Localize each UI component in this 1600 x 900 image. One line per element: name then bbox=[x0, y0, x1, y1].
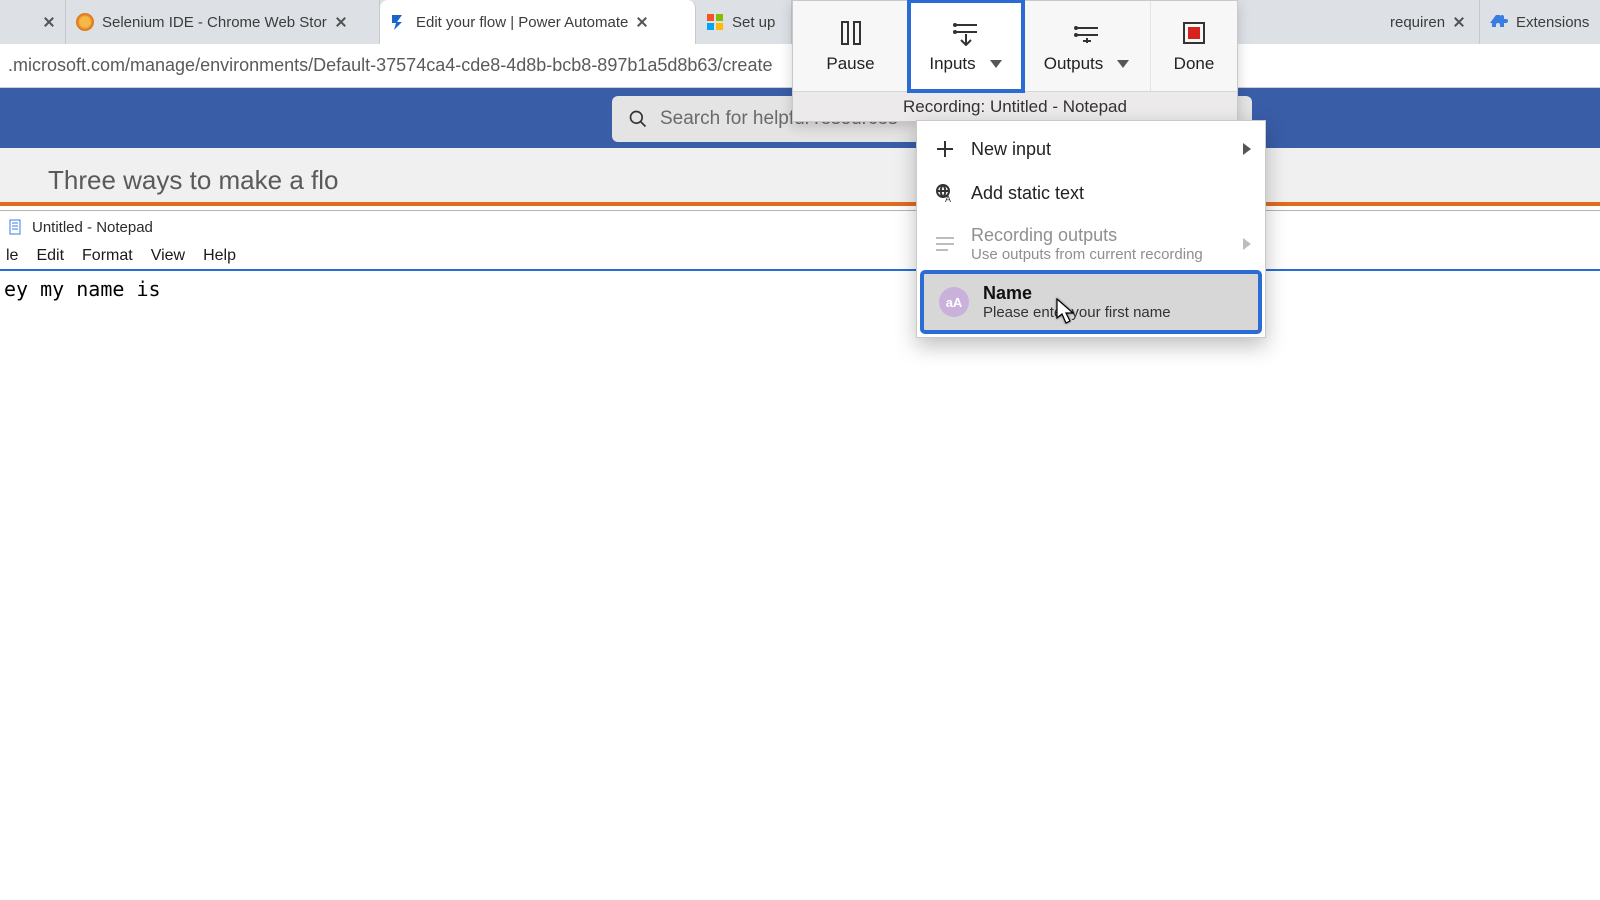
inputs-dropdown: New input A Add static text Recording ou… bbox=[916, 120, 1266, 338]
done-button[interactable]: Done bbox=[1151, 1, 1237, 91]
menu-sublabel: Use outputs from current recording bbox=[971, 246, 1203, 263]
notepad-titlebar[interactable]: Untitled - Notepad bbox=[0, 211, 1600, 243]
pause-label: Pause bbox=[826, 54, 874, 74]
menu-edit[interactable]: Edit bbox=[36, 247, 64, 265]
menu-help[interactable]: Help bbox=[203, 247, 236, 265]
page-subheader: Three ways to make a flo bbox=[0, 148, 1600, 206]
notepad-window: Untitled - Notepad le Edit Format View H… bbox=[0, 210, 1600, 900]
recorder-toolbar: Pause Inputs Outputs bbox=[792, 0, 1238, 122]
menu-new-input[interactable]: New input bbox=[917, 127, 1265, 171]
tab-extensions[interactable]: Extensions bbox=[1480, 0, 1600, 44]
chevron-right-icon bbox=[1243, 143, 1251, 155]
menu-sublabel: Please enter your first name bbox=[983, 304, 1171, 321]
tab-unknown[interactable] bbox=[0, 0, 66, 44]
tab-title: Edit your flow | Power Automate bbox=[416, 14, 628, 31]
tab-title: Selenium IDE - Chrome Web Stor bbox=[102, 14, 327, 31]
menu-view[interactable]: View bbox=[151, 247, 185, 265]
recorder-subtitle: Recording: Untitled - Notepad bbox=[793, 91, 1237, 121]
tab-power-automate[interactable]: Edit your flow | Power Automate bbox=[380, 0, 696, 44]
menu-file[interactable]: le bbox=[6, 247, 18, 265]
close-icon[interactable] bbox=[1453, 16, 1465, 28]
search-icon bbox=[628, 109, 648, 129]
text-badge-icon: aA bbox=[939, 287, 969, 317]
inputs-icon bbox=[951, 18, 981, 48]
close-icon[interactable] bbox=[335, 16, 347, 28]
mouse-cursor-icon bbox=[1056, 298, 1074, 324]
tab-requiren[interactable]: requiren bbox=[1380, 0, 1480, 44]
menu-label: New input bbox=[971, 139, 1051, 160]
outputs-icon bbox=[1072, 18, 1102, 48]
tab-title: Set up bbox=[732, 14, 775, 31]
tab-setup[interactable]: Set up bbox=[696, 0, 792, 44]
close-icon[interactable] bbox=[636, 16, 648, 28]
notepad-menubar: le Edit Format View Help bbox=[0, 243, 1600, 271]
chevron-right-icon bbox=[1243, 238, 1251, 250]
chevron-down-icon[interactable] bbox=[1117, 60, 1129, 68]
done-label: Done bbox=[1174, 54, 1215, 74]
pause-icon bbox=[840, 18, 862, 48]
stop-icon bbox=[1181, 18, 1207, 48]
inputs-label: Inputs bbox=[929, 54, 975, 74]
favicon-icon bbox=[706, 13, 724, 31]
menu-format[interactable]: Format bbox=[82, 247, 133, 265]
list-icon bbox=[933, 232, 957, 256]
menu-label: Add static text bbox=[971, 183, 1084, 204]
menu-input-name[interactable]: aA Name Please enter your first name bbox=[923, 273, 1259, 331]
outputs-button[interactable]: Outputs bbox=[1023, 1, 1151, 91]
globe-text-icon: A bbox=[933, 181, 957, 205]
tab-title: Extensions bbox=[1516, 14, 1589, 31]
tab-selenium[interactable]: Selenium IDE - Chrome Web Stor bbox=[66, 0, 380, 44]
puzzle-icon bbox=[1490, 13, 1508, 31]
menu-recording-outputs: Recording outputs Use outputs from curre… bbox=[917, 215, 1265, 273]
favicon-icon bbox=[76, 13, 94, 31]
menu-label: Recording outputs bbox=[971, 225, 1203, 246]
notepad-body[interactable]: ey my name is bbox=[0, 271, 1600, 307]
svg-text:A: A bbox=[945, 194, 951, 203]
plus-icon bbox=[933, 137, 957, 161]
menu-label: Name bbox=[983, 283, 1171, 304]
outputs-label: Outputs bbox=[1044, 54, 1104, 74]
page-heading: Three ways to make a flo bbox=[48, 165, 338, 202]
notepad-icon bbox=[8, 219, 24, 235]
chevron-down-icon[interactable] bbox=[990, 60, 1002, 68]
favicon-icon bbox=[390, 13, 408, 31]
tab-title: requiren bbox=[1390, 14, 1445, 31]
menu-add-static-text[interactable]: A Add static text bbox=[917, 171, 1265, 215]
notepad-title: Untitled - Notepad bbox=[32, 219, 153, 236]
pause-button[interactable]: Pause bbox=[793, 1, 909, 91]
inputs-button[interactable]: Inputs bbox=[909, 1, 1023, 91]
close-icon[interactable] bbox=[43, 16, 55, 28]
url-text: .microsoft.com/manage/environments/Defau… bbox=[8, 55, 772, 76]
